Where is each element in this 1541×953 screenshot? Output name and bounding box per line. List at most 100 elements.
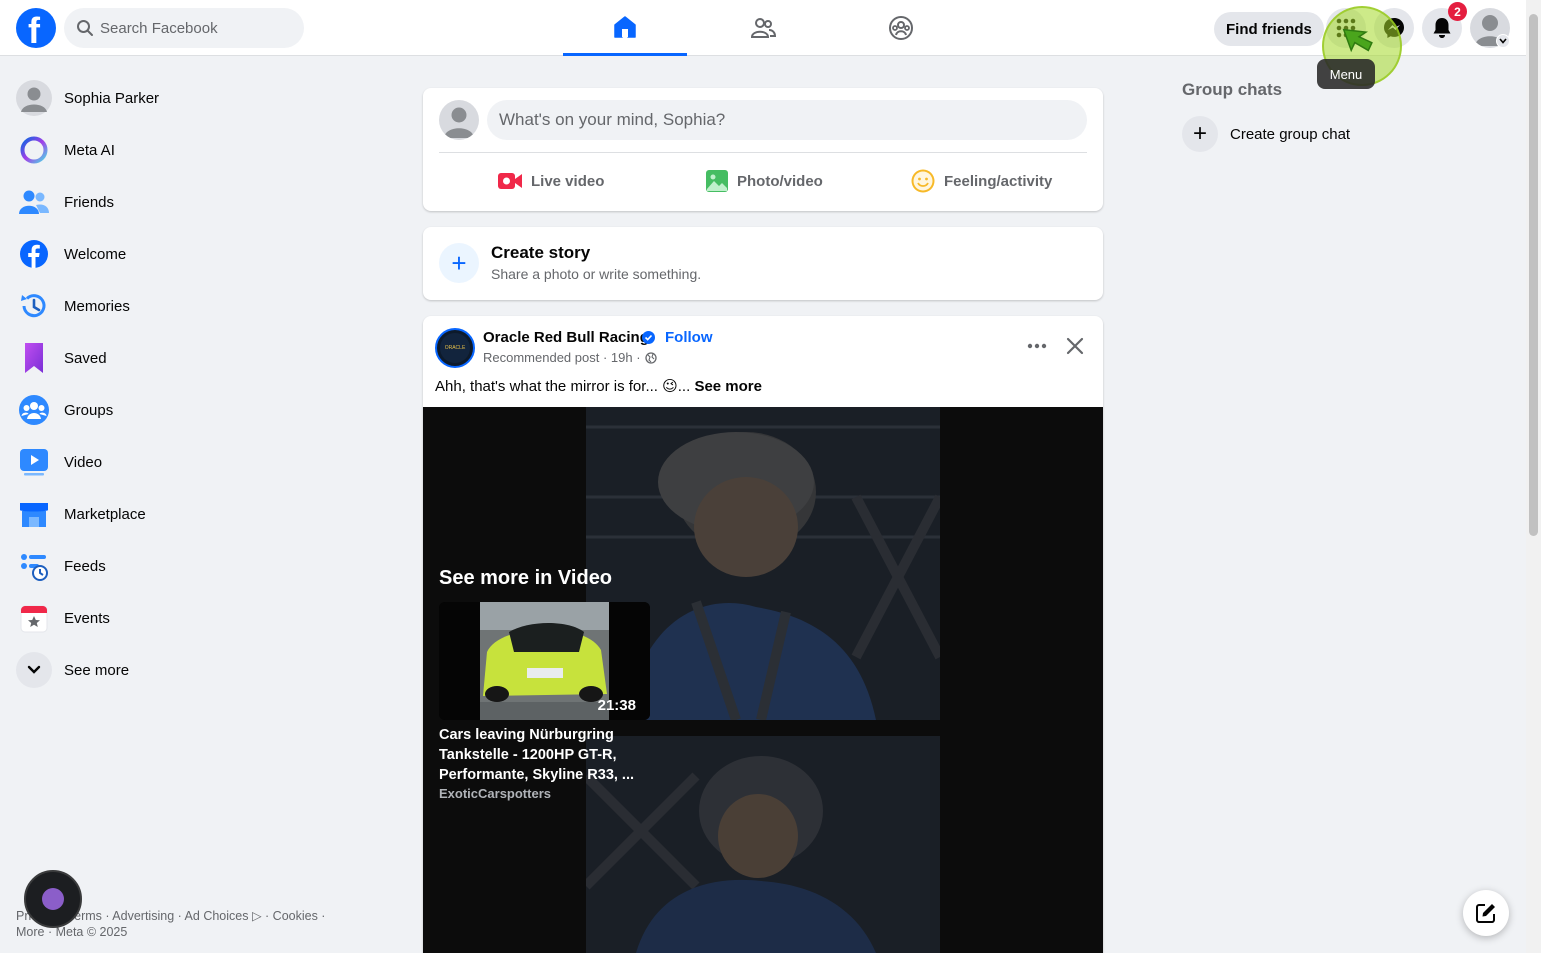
close-icon[interactable] xyxy=(1063,334,1087,358)
post-composer: What's on your mind, Sophia? Live video … xyxy=(423,88,1103,211)
footer-line[interactable]: More · Meta © 2025 xyxy=(16,924,356,940)
sidebar-item-marketplace[interactable]: Marketplace xyxy=(16,496,146,532)
sidebar-item-feeds[interactable]: Feeds xyxy=(16,548,106,584)
tab-home[interactable] xyxy=(563,0,687,56)
post-video[interactable]: See more in Video 21:38 Cars leaving Nür… xyxy=(423,407,1103,953)
sidebar-item-saved[interactable]: Saved xyxy=(16,340,107,376)
sidebar-item-profile[interactable]: Sophia Parker xyxy=(16,80,159,116)
post-text: Ahh, that's what the mirror is for... 😉.… xyxy=(435,377,762,395)
sidebar-item-events[interactable]: Events xyxy=(16,600,110,636)
video-frame-bottom xyxy=(586,736,940,953)
tab-friends[interactable] xyxy=(701,0,825,56)
sidebar-item-label: Sophia Parker xyxy=(64,89,160,107)
sidebar-item-label: Groups xyxy=(64,401,114,419)
events-calendar-icon xyxy=(16,600,52,636)
photo-video-label: Photo/video xyxy=(737,172,823,190)
feed-post: ORACLE Oracle Red Bull Racing Follow Rec… xyxy=(423,316,1103,953)
post-meta: Recommended post · 19h · xyxy=(483,350,657,365)
post-body: Ahh, that's what the mirror is for... 😉.… xyxy=(435,378,691,395)
create-story-card[interactable]: + Create story Share a photo or write so… xyxy=(423,227,1103,300)
plus-icon: + xyxy=(1182,116,1218,152)
search-icon xyxy=(77,20,93,36)
create-story-subtitle: Share a photo or write something. xyxy=(491,266,702,282)
memories-clock-icon xyxy=(16,288,52,324)
menu-tooltip: Menu xyxy=(1317,59,1375,89)
find-friends-button[interactable]: Find friends xyxy=(1214,12,1324,46)
sidebar-item-label: See more xyxy=(64,661,130,679)
post-meta-text: Recommended post · 19h · xyxy=(483,350,641,365)
photo-icon xyxy=(706,170,728,192)
bell-icon xyxy=(1433,18,1451,38)
photo-video-button[interactable]: Photo/video xyxy=(705,166,823,196)
notification-badge: 2 xyxy=(1448,2,1467,21)
video-duration: 21:38 xyxy=(597,697,636,714)
sidebar-item-label: Welcome xyxy=(64,245,127,263)
see-more-video-heading: See more in Video xyxy=(439,567,613,589)
page-avatar-text: ORACLE xyxy=(440,333,470,363)
live-video-icon xyxy=(498,173,522,189)
friends-nav-icon xyxy=(750,18,776,38)
suggested-video-channel[interactable]: ExoticCarspotters xyxy=(439,786,551,801)
account-chevron[interactable] xyxy=(1496,34,1510,48)
meta-ai-icon xyxy=(16,132,52,168)
sidebar-item-label: Marketplace xyxy=(64,505,146,523)
sidebar-item-label: Friends xyxy=(64,193,115,211)
assistant-bubble[interactable] xyxy=(24,870,82,928)
verified-badge-icon xyxy=(642,331,655,344)
sidebar-item-friends[interactable]: Friends xyxy=(16,184,114,220)
facebook-logo[interactable]: f xyxy=(16,8,56,51)
avatar[interactable] xyxy=(439,100,479,140)
plus-icon: + xyxy=(439,243,479,283)
sidebar-item-label: Events xyxy=(64,609,110,627)
sidebar-item-memories[interactable]: Memories xyxy=(16,288,130,324)
user-avatar-icon xyxy=(16,80,52,116)
sidebar-item-label: Video xyxy=(64,453,103,471)
post-author[interactable]: Oracle Red Bull Racing xyxy=(483,329,649,346)
groups-icon xyxy=(16,392,52,428)
create-group-chat-label: Create group chat xyxy=(1230,125,1351,143)
composer-input[interactable]: What's on your mind, Sophia? xyxy=(487,100,1087,140)
scrollbar-thumb[interactable] xyxy=(1529,14,1538,536)
suggested-video-title[interactable]: Cars leaving Nürburgring Tankstelle - 12… xyxy=(439,725,639,785)
cursor-arrow-icon xyxy=(1342,28,1373,53)
create-group-chat-button[interactable]: + Create group chat xyxy=(1182,116,1350,152)
facebook-icon xyxy=(16,236,52,272)
sidebar-item-video[interactable]: Video xyxy=(16,444,102,480)
marketplace-shop-icon xyxy=(16,496,52,532)
see-more-link[interactable]: See more xyxy=(694,378,762,395)
sidebar-item-meta-ai[interactable]: Meta AI xyxy=(16,132,115,168)
feeds-icon xyxy=(16,548,52,584)
group-chats-title: Group chats xyxy=(1182,80,1283,99)
video-play-icon xyxy=(16,444,52,480)
create-story-title: Create story xyxy=(491,243,591,262)
new-message-button[interactable] xyxy=(1463,890,1509,936)
bookmark-icon xyxy=(16,340,52,376)
chevron-down-icon xyxy=(1499,38,1507,44)
search-input[interactable] xyxy=(100,8,295,48)
more-options-icon[interactable] xyxy=(1023,334,1051,358)
sidebar-item-see-more[interactable]: See more xyxy=(16,652,129,688)
sidebar-item-label: Meta AI xyxy=(64,141,115,159)
sidebar-item-welcome[interactable]: Welcome xyxy=(16,236,126,272)
facebook-logo-letter: f xyxy=(28,10,40,51)
globe-icon xyxy=(644,351,657,364)
feeling-activity-button[interactable]: Feeling/activity xyxy=(910,166,1052,196)
page-avatar[interactable]: ORACLE xyxy=(435,328,475,368)
sidebar-item-label: Feeds xyxy=(64,557,106,575)
chevron-down-icon xyxy=(16,652,52,688)
smiley-icon xyxy=(911,169,935,193)
search-box[interactable] xyxy=(64,8,304,48)
divider xyxy=(439,152,1087,153)
sidebar-item-label: Saved xyxy=(64,349,107,367)
suggested-video-thumbnail[interactable]: 21:38 xyxy=(439,602,650,720)
follow-button[interactable]: Follow xyxy=(665,329,713,346)
live-video-label: Live video xyxy=(531,172,605,190)
sidebar-item-groups[interactable]: Groups xyxy=(16,392,113,428)
tab-groups[interactable] xyxy=(839,0,963,56)
friends-icon xyxy=(16,184,52,220)
groups-nav-icon xyxy=(889,16,913,40)
compose-edit-icon xyxy=(1476,904,1495,923)
live-video-button[interactable]: Live video xyxy=(497,166,604,196)
assistant-orb-icon xyxy=(42,888,64,910)
sidebar-item-label: Memories xyxy=(64,297,130,315)
